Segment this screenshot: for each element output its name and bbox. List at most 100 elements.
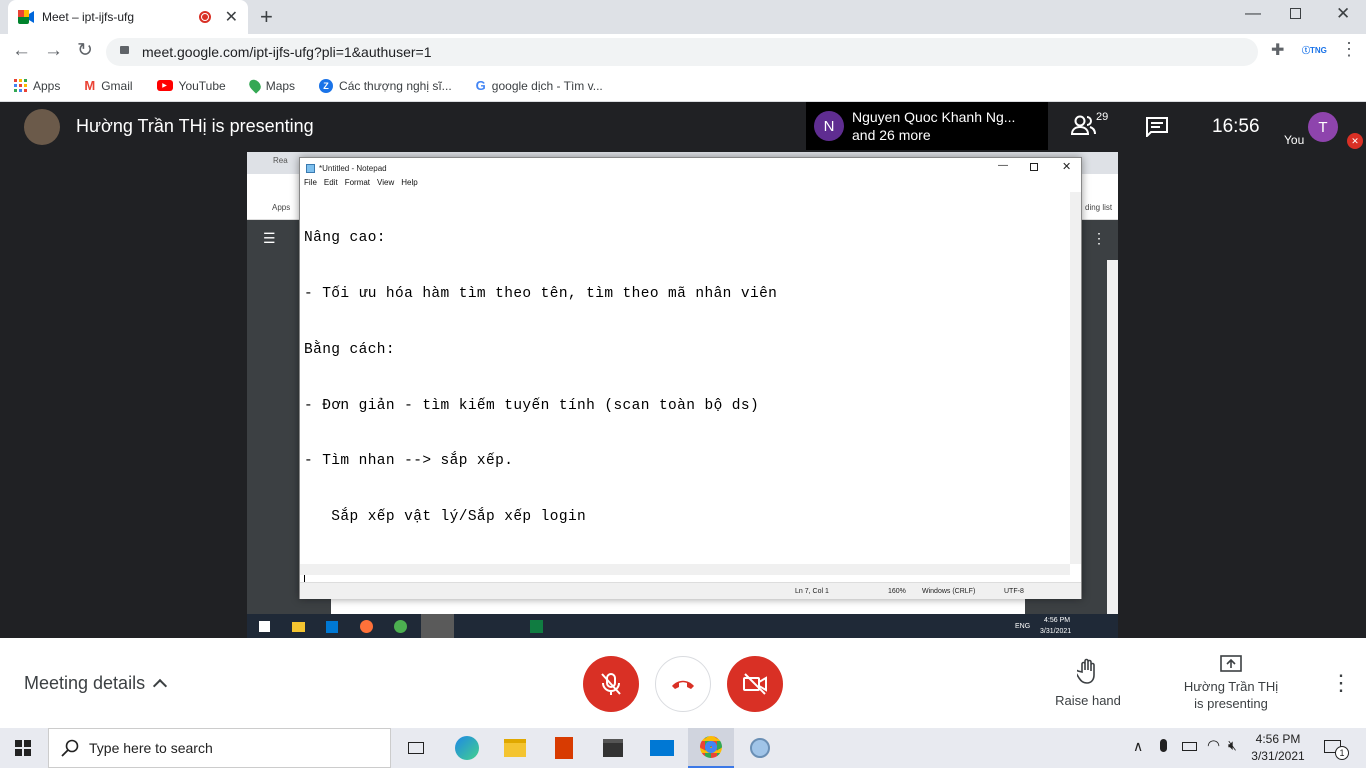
taskbar-search-box[interactable]: Type here to search [48, 728, 391, 768]
notification-center-button[interactable]: 1 [1318, 736, 1349, 760]
google-icon: G [475, 78, 486, 93]
participant-panel[interactable]: N Nguyen Quoc Khanh Ng... and 26 more [806, 102, 1048, 150]
people-count: 29 [1096, 111, 1109, 123]
menu-format[interactable]: Format [345, 178, 370, 192]
remote-side-text: ding list [1085, 203, 1113, 212]
raise-hand-button[interactable]: Raise hand [1048, 658, 1128, 708]
search-icon [61, 739, 79, 757]
hang-up-icon [672, 680, 694, 689]
text-line: Nâng cao: [304, 230, 386, 247]
bookmark-label: Apps [33, 78, 61, 93]
bookmark-youtube[interactable]: ▶ YouTube [156, 79, 226, 93]
search-placeholder: Type here to search [89, 740, 213, 756]
remote-explorer-icon [292, 622, 305, 632]
edge-icon[interactable] [444, 728, 490, 768]
notepad-hscroll[interactable] [300, 564, 1070, 575]
status-encoding: UTF-8 [1004, 588, 1024, 595]
notepad-window: *Untitled - Notepad — ✕ File Edit Format… [299, 157, 1082, 599]
minimize-window-icon[interactable]: — [1245, 5, 1261, 23]
remote-firefox-icon [360, 620, 373, 633]
mic-toggle-button[interactable] [583, 656, 639, 712]
remote-taskbar: ENG 4:56 PM 3/31/2021 [247, 614, 1118, 639]
address-bar[interactable]: meet.google.com/ipt-ijfs-ufg?pli=1&authu… [106, 38, 1258, 66]
notepad-vscroll[interactable] [1070, 192, 1081, 564]
tray-mic-icon[interactable] [1160, 739, 1167, 752]
camera-toggle-button[interactable] [727, 656, 783, 712]
bookmark-gmail[interactable]: M Gmail [84, 78, 132, 93]
tray-chevron-icon[interactable]: ∧ [1133, 738, 1143, 755]
meet-bottom-bar: Meeting details Raise hand Hường Trần TH… [0, 638, 1366, 728]
extension-badge-icon[interactable]: ⓣTNG [1302, 45, 1327, 56]
menu-edit[interactable]: Edit [324, 178, 338, 192]
paint-icon[interactable] [737, 728, 783, 768]
youtube-icon: ▶ [156, 80, 173, 91]
self-muted-icon: ✕ [1347, 133, 1363, 149]
leave-call-button[interactable] [655, 656, 711, 712]
self-tile[interactable]: You T ✕ [1272, 102, 1366, 150]
hand-icon [1074, 658, 1095, 684]
bookmark-label: Các thượng nghị sĩ... [339, 78, 452, 93]
browser-tab[interactable]: Meet – ipt-ijfs-ufg ✕ [8, 0, 248, 34]
store-icon[interactable] [590, 728, 636, 768]
start-button[interactable] [0, 728, 46, 768]
present-screen-icon [1220, 655, 1242, 672]
tab-strip: Meet – ipt-ijfs-ufg ✕ + — ✕ [0, 0, 1366, 34]
browser-menu-icon[interactable]: ⋮ [1340, 39, 1358, 60]
people-icon [1070, 115, 1096, 135]
notepad-text-area[interactable]: Nâng cao: - Tối ưu hóa hàm tìm theo tên,… [304, 192, 1070, 583]
presenting-button[interactable]: Hường Trần THị is presenting [1170, 654, 1292, 712]
bookmark-apps[interactable]: Apps [14, 79, 60, 93]
chat-icon[interactable] [1146, 117, 1168, 137]
tray-volume-muted-icon[interactable]: 🔇︎ [1228, 737, 1237, 754]
people-button[interactable]: 29 [1070, 111, 1109, 136]
notepad-statusbar: Ln 7, Col 1 160% Windows (CRLF) UTF-8 [300, 582, 1081, 599]
tray-wifi-icon[interactable]: ◠ [1207, 736, 1220, 754]
presenting-line2: is presenting [1194, 696, 1268, 711]
lock-icon [120, 46, 129, 54]
mail-icon[interactable] [639, 728, 685, 768]
remote-chrome-icon [394, 620, 407, 633]
new-tab-icon[interactable]: + [260, 4, 273, 30]
remote-menu-icon: ☰ [263, 230, 276, 246]
taskbar-date: 3/31/2021 [1251, 749, 1305, 763]
tray-battery-icon[interactable] [1182, 742, 1197, 751]
tab-title: Meet – ipt-ijfs-ufg [42, 10, 135, 24]
more-options-icon[interactable]: ⋮ [1330, 670, 1352, 696]
taskbar-clock[interactable]: 4:56 PM 3/31/2021 [1248, 731, 1308, 765]
task-view-icon[interactable] [393, 728, 439, 768]
remote-tab-title: Rea [273, 156, 288, 165]
apps-grid-icon [14, 79, 27, 92]
meeting-details-button[interactable]: Meeting details [24, 673, 168, 694]
restore-window-icon[interactable] [1290, 8, 1301, 19]
recording-indicator-icon [198, 11, 211, 23]
notepad-minimize-icon[interactable]: — [998, 160, 1008, 171]
status-line-ending: Windows (CRLF) [922, 588, 976, 595]
chevron-up-icon [153, 678, 168, 694]
chrome-taskbar-icon[interactable] [688, 728, 734, 768]
notepad-title: *Untitled - Notepad [319, 163, 387, 173]
reload-icon[interactable]: ↻ [77, 39, 93, 62]
notification-count: 1 [1335, 746, 1349, 760]
forward-icon[interactable]: → [44, 40, 63, 62]
bookmark-label: google dịch - Tìm v... [491, 78, 603, 93]
bookmark-label: Maps [265, 78, 296, 93]
meet-favicon-icon [18, 10, 34, 24]
extensions-icon[interactable]: ✚ [1271, 40, 1284, 60]
close-window-icon[interactable]: ✕ [1336, 4, 1350, 24]
menu-file[interactable]: File [304, 178, 317, 192]
meet-top-bar: Hường Trần THị is presenting N Nguyen Qu… [0, 102, 1366, 150]
menu-view[interactable]: View [377, 178, 394, 192]
meeting-clock: 16:56 [1212, 116, 1260, 137]
menu-help[interactable]: Help [401, 178, 417, 192]
remote-start-icon [259, 621, 270, 632]
file-explorer-icon[interactable] [492, 728, 538, 768]
bookmark-google-translate[interactable]: G google dịch - Tìm v... [476, 78, 603, 93]
bookmark-senators[interactable]: Z Các thượng nghị sĩ... [319, 78, 452, 93]
bookmark-maps[interactable]: Maps [246, 77, 296, 94]
notepad-close-icon[interactable]: ✕ [1062, 160, 1071, 173]
self-label: You [1284, 133, 1305, 147]
close-tab-icon[interactable]: ✕ [225, 7, 238, 27]
office-icon[interactable] [541, 728, 587, 768]
back-icon[interactable]: ← [12, 40, 31, 62]
notepad-maximize-icon[interactable] [1030, 163, 1038, 171]
